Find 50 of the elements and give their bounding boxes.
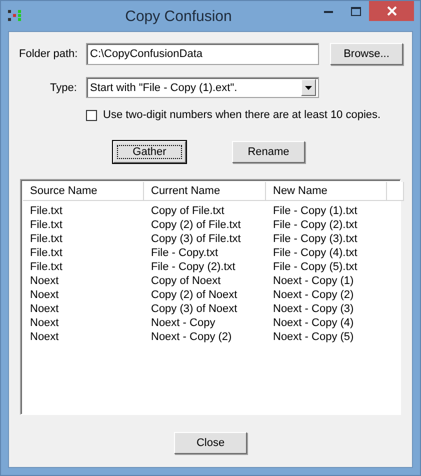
table-cell-text: Copy (2) of Noext bbox=[150, 288, 238, 302]
column-header[interactable]: New Name bbox=[266, 182, 387, 201]
column-header[interactable]: Source Name bbox=[23, 182, 144, 201]
action-button[interactable]: Rename bbox=[232, 141, 305, 163]
type-dropdown[interactable]: Start with "File - Copy (1).ext". bbox=[86, 77, 319, 98]
table-cell-text: Noext bbox=[29, 288, 60, 302]
field-label: Folder path: bbox=[19, 48, 79, 60]
close-dialog-button[interactable]: Close bbox=[174, 432, 247, 454]
caret-icon bbox=[305, 86, 312, 90]
table-cell-text: File - Copy (4).txt bbox=[272, 246, 358, 260]
folder-path-field[interactable]: C:\CopyConfusionData bbox=[86, 43, 319, 65]
table-cell-text: File - Copy (2).txt bbox=[272, 218, 358, 232]
table-cell-text: File - Copy.txt bbox=[150, 246, 220, 260]
table-cell-text: Noext bbox=[29, 330, 60, 344]
checkbox[interactable] bbox=[86, 110, 97, 120]
table-cell-text: File.txt bbox=[29, 246, 64, 260]
table-cell-text: Noext - Copy (5) bbox=[272, 330, 355, 344]
table-cell-text: Noext bbox=[29, 302, 60, 316]
table-cell-text: Noext - Copy (2) bbox=[150, 330, 233, 344]
table-cell-text: File.txt bbox=[29, 218, 64, 232]
minimize-icon bbox=[324, 10, 333, 12]
app-icon bbox=[8, 10, 22, 22]
window-title: Copy Confusion bbox=[124, 8, 233, 24]
table-cell-text: Copy of Noext bbox=[150, 274, 222, 288]
column-header[interactable]: Current Name bbox=[144, 182, 266, 201]
table-cell-text: File.txt bbox=[29, 204, 64, 218]
field-label: Type: bbox=[50, 82, 78, 94]
table-cell-text: Noext - Copy bbox=[150, 316, 216, 330]
table-cell-text: Copy of File.txt bbox=[150, 204, 226, 218]
table-cell-text: File - Copy (5).txt bbox=[272, 260, 358, 274]
action-button[interactable]: Gather bbox=[113, 141, 186, 163]
table-cell-text: Noext bbox=[29, 316, 60, 330]
table-cell-text: File.txt bbox=[29, 232, 64, 246]
close-button[interactable] bbox=[369, 1, 414, 21]
table-cell-text: Copy (3) of Noext bbox=[150, 302, 238, 316]
table-cell-text: Copy (2) of File.txt bbox=[150, 218, 242, 232]
table-cell-text: Noext - Copy (4) bbox=[272, 316, 355, 330]
table-cell-text: Noext bbox=[29, 274, 60, 288]
table-cell-text: Copy (3) of File.txt bbox=[150, 232, 242, 246]
table-cell-text: Noext - Copy (1) bbox=[272, 274, 355, 288]
table-cell-text: File.txt bbox=[29, 260, 64, 274]
table-cell-text: File - Copy (2).txt bbox=[150, 260, 236, 274]
maximize-icon bbox=[350, 6, 360, 16]
table-cell-text: File - Copy (3).txt bbox=[272, 232, 358, 246]
table-cell-text: File - Copy (1).txt bbox=[272, 204, 358, 218]
close-icon bbox=[386, 6, 396, 16]
table-cell-text: Noext - Copy (3) bbox=[272, 302, 355, 316]
browse-button[interactable]: Browse... bbox=[330, 43, 403, 65]
table-cell-text: Noext - Copy (2) bbox=[272, 288, 355, 302]
checkbox-label[interactable]: Use two-digit numbers when there are at least 10 copies. bbox=[103, 109, 381, 121]
